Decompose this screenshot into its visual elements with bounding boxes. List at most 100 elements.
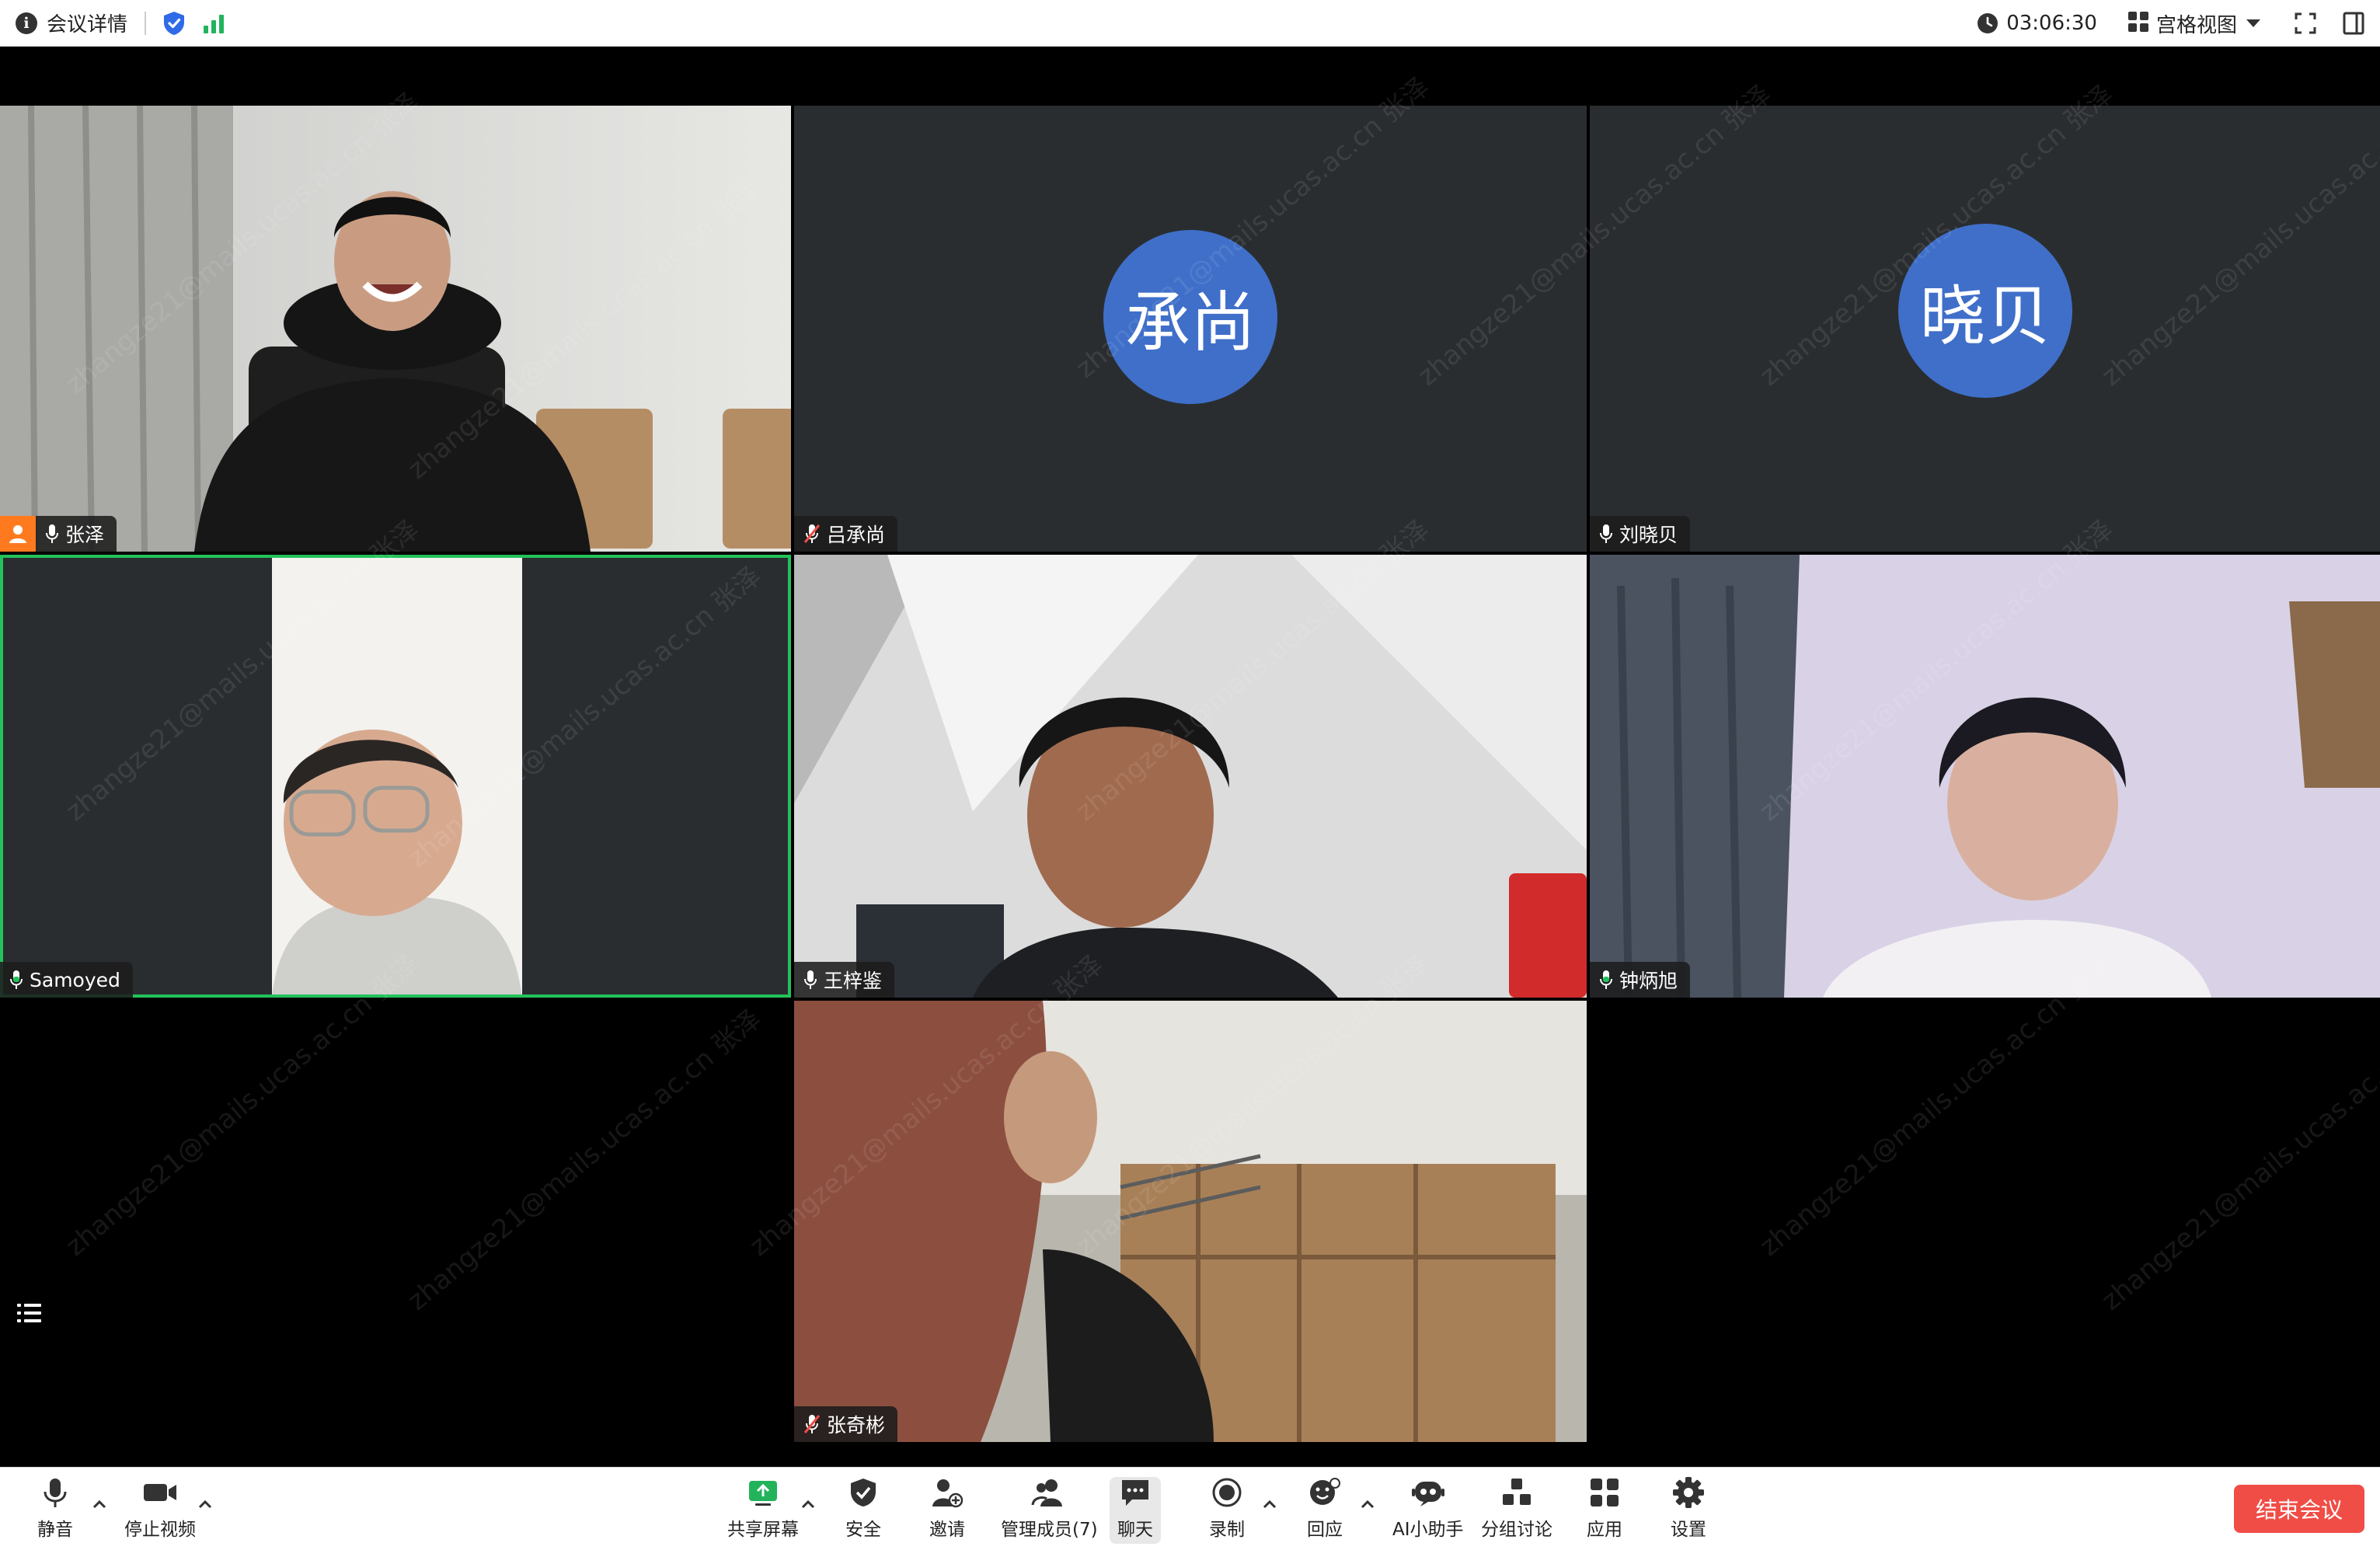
microphone-icon: [1599, 524, 1613, 544]
apps-label: 应用: [1587, 1520, 1622, 1540]
participant-avatar: 晓贝: [1898, 224, 2072, 398]
record-label: 录制: [1209, 1520, 1245, 1540]
reactions-label: 回应: [1307, 1520, 1343, 1540]
audio-options-chevron-icon[interactable]: [92, 1499, 107, 1510]
shield-icon: [848, 1477, 879, 1508]
video-tile-liuxiaobei[interactable]: 晓贝 刘晓贝: [1590, 106, 2380, 552]
participant-avatar: 承尚: [1103, 230, 1277, 404]
sidebar-toggle-icon[interactable]: [2343, 12, 2364, 35]
video-tile-zhongbingxu[interactable]: 钟炳旭: [1590, 555, 2380, 998]
reaction-options-chevron-icon[interactable]: [1360, 1499, 1375, 1510]
participant-nametag: 刘晓贝: [1590, 516, 1691, 552]
clock-icon: [1977, 12, 1998, 34]
participant-name: 钟炳旭: [1619, 970, 1678, 992]
microphone-active-icon: [9, 970, 23, 990]
network-signal-icon[interactable]: [204, 13, 225, 33]
microphone-icon: [45, 524, 59, 544]
apps-button[interactable]: 应用: [1587, 1477, 1622, 1544]
participant-nametag: Samoyed: [0, 962, 133, 998]
share-screen-button[interactable]: 共享屏幕: [727, 1477, 799, 1544]
video-tile-samoyed[interactable]: Samoyed: [0, 555, 791, 998]
end-meeting-button[interactable]: 结束会议: [2234, 1485, 2364, 1533]
ai-assistant-icon: [1411, 1477, 1445, 1508]
security-shield-icon[interactable]: [163, 11, 185, 36]
meeting-info-group: i 会议详情: [0, 0, 225, 46]
video-tile-wangzijian[interactable]: 王梓鉴: [794, 555, 1587, 998]
settings-button[interactable]: 设置: [1671, 1477, 1706, 1544]
participant-nametag: 吕承尚: [794, 516, 898, 552]
info-icon[interactable]: i: [16, 12, 37, 34]
top-bar-right: 03:06:30 宫格视图: [1977, 0, 2380, 47]
chat-bubble-icon: [1120, 1477, 1151, 1508]
stop-video-button[interactable]: 停止视频: [124, 1477, 196, 1544]
meeting-timer: 03:06:30: [2006, 12, 2097, 35]
microphone-muted-icon: [803, 524, 821, 544]
participant-video: [794, 555, 1587, 998]
video-tile-zhangqibin[interactable]: 张奇彬: [794, 1001, 1587, 1442]
invite-button[interactable]: 邀请: [929, 1477, 965, 1544]
ai-assistant-label: AI小助手: [1392, 1520, 1464, 1540]
breakout-rooms-button[interactable]: 分组讨论: [1481, 1477, 1552, 1544]
participant-video: [1590, 555, 2380, 998]
record-options-chevron-icon[interactable]: [1262, 1499, 1277, 1510]
security-button[interactable]: 安全: [845, 1477, 881, 1544]
chat-label: 聊天: [1117, 1520, 1153, 1540]
video-tile-zhangze[interactable]: 张泽: [0, 106, 791, 552]
empty-tile-left: [0, 1001, 791, 1442]
participant-nametag: 张泽: [0, 516, 117, 552]
participant-name: 吕承尚: [827, 524, 886, 546]
view-mode-button[interactable]: 宫格视图: [2120, 6, 2268, 40]
participant-video: [272, 555, 522, 998]
apps-grid-icon: [1589, 1477, 1620, 1508]
participant-name: Samoyed: [30, 968, 120, 991]
add-user-icon: [931, 1477, 963, 1508]
record-icon: [1211, 1477, 1242, 1508]
invite-label: 邀请: [929, 1520, 965, 1540]
grid-view-icon: [2127, 12, 2148, 35]
participant-list-toggle-icon[interactable]: [12, 1296, 47, 1330]
share-screen-icon: [747, 1477, 779, 1508]
video-grid: 张泽 承尚 吕承尚 晓贝 刘晓贝 Samoyed 王梓鉴 钟炳旭 张奇彬: [0, 71, 2380, 1442]
divider: [145, 11, 147, 35]
host-badge-icon: [0, 516, 36, 552]
participant-nametag: 张奇彬: [794, 1406, 898, 1442]
video-tile-lvchengshang[interactable]: 承尚 吕承尚: [794, 106, 1587, 552]
participant-nametag: 钟炳旭: [1590, 962, 1691, 998]
participants-label: 管理成员(7): [1001, 1520, 1098, 1540]
top-bar: i 会议详情 03:06:30 宫格视图: [0, 0, 2380, 47]
share-options-chevron-icon[interactable]: [800, 1499, 816, 1510]
participants-icon: [1031, 1477, 1067, 1508]
chevron-down-icon: [2246, 19, 2260, 27]
breakout-rooms-icon: [1501, 1477, 1532, 1508]
record-button[interactable]: 录制: [1209, 1477, 1245, 1544]
participant-video: [0, 106, 791, 552]
ai-assistant-button[interactable]: AI小助手: [1392, 1477, 1464, 1544]
view-mode-label: 宫格视图: [2155, 13, 2237, 37]
microphone-icon: [803, 970, 817, 990]
stop-video-label: 停止视频: [124, 1520, 196, 1540]
video-options-chevron-icon[interactable]: [197, 1499, 213, 1510]
video-camera-icon: [142, 1477, 178, 1508]
participant-video: [794, 1001, 1587, 1442]
meeting-info-label[interactable]: 会议详情: [47, 9, 127, 37]
reactions-button[interactable]: 回应: [1307, 1477, 1343, 1544]
participant-name: 张奇彬: [827, 1414, 886, 1437]
participant-name: 张泽: [65, 524, 105, 546]
microphone-muted-icon: [803, 1414, 821, 1434]
microphone-icon: [40, 1477, 71, 1508]
participant-name: 刘晓贝: [1619, 524, 1678, 546]
participant-nametag: 王梓鉴: [794, 962, 895, 998]
chat-button[interactable]: 聊天: [1110, 1477, 1161, 1544]
gear-icon: [1673, 1477, 1704, 1508]
participant-name: 王梓鉴: [824, 970, 883, 992]
reaction-emoji-icon: [1308, 1477, 1341, 1508]
breakout-rooms-label: 分组讨论: [1481, 1520, 1552, 1540]
empty-tile-right: [1590, 1001, 2380, 1442]
security-label: 安全: [845, 1520, 881, 1540]
settings-label: 设置: [1671, 1520, 1706, 1540]
fullscreen-icon[interactable]: [2295, 12, 2316, 34]
participants-button[interactable]: 管理成员(7): [1001, 1477, 1098, 1544]
mute-label: 静音: [37, 1520, 73, 1540]
share-screen-label: 共享屏幕: [727, 1520, 799, 1540]
mute-button[interactable]: 静音: [37, 1477, 73, 1544]
